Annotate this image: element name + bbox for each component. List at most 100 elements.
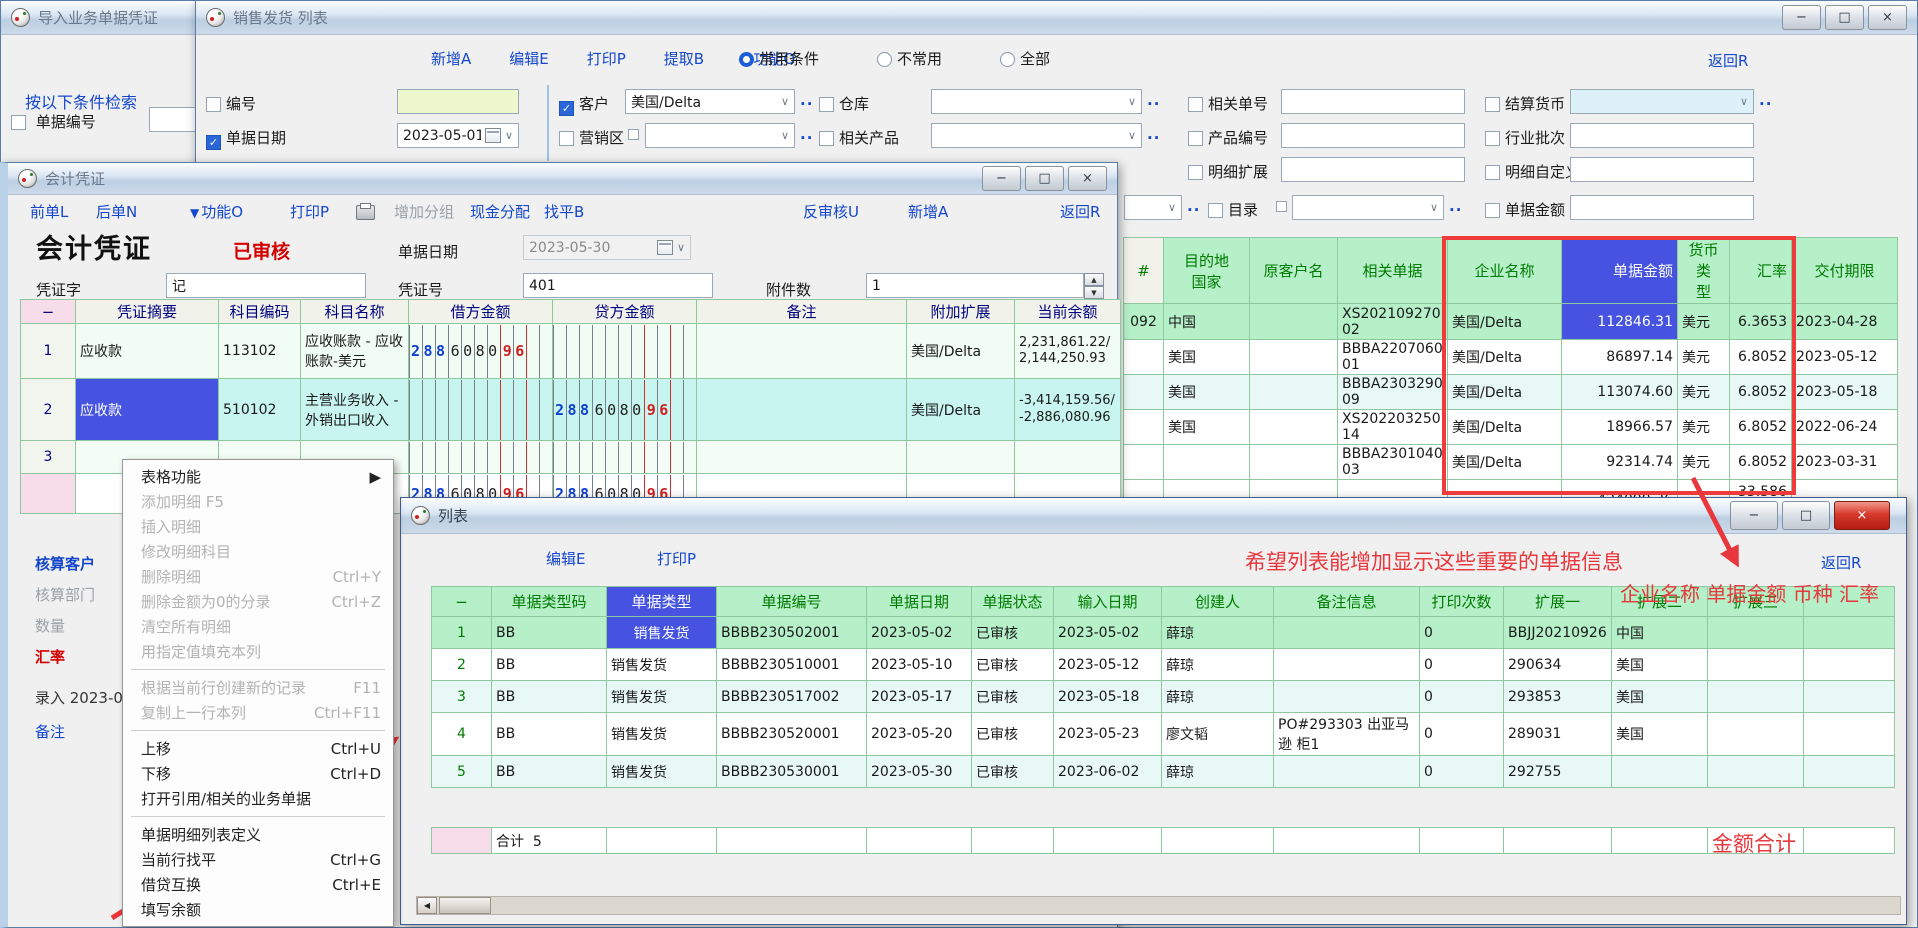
cell[interactable]: 当前余额 (1015, 300, 1121, 324)
calendar-icon[interactable] (485, 128, 501, 143)
cell[interactable]: 美国/Delta (907, 324, 1015, 379)
edit-button[interactable]: 编辑E (546, 548, 585, 569)
func-button[interactable]: ▼功能O (190, 201, 243, 222)
cell[interactable]: 2,231,861.22/2,144,250.93 (1015, 324, 1121, 379)
attach-spinner[interactable]: ▲ ▼ (1084, 273, 1104, 299)
cell[interactable] (1274, 617, 1420, 649)
cell[interactable]: 已审核 (972, 617, 1054, 649)
region-sub-checkbox[interactable] (628, 129, 639, 140)
cell[interactable]: 113074.60 (1562, 375, 1678, 410)
cell[interactable]: 6.8052 (1730, 445, 1792, 480)
cell[interactable]: 2023-06-02 (1054, 756, 1162, 788)
region-dropdown[interactable]: ∨ (645, 123, 795, 148)
cell[interactable] (697, 324, 907, 379)
cell[interactable] (1708, 756, 1804, 788)
cell[interactable] (1804, 828, 1895, 854)
menu-item[interactable]: 下移Ctrl+D (123, 761, 393, 786)
cell[interactable]: 销售发货 (607, 681, 717, 713)
credit-cell[interactable] (553, 324, 697, 379)
cell[interactable] (1250, 304, 1338, 340)
cell[interactable]: 备注信息 (1274, 587, 1420, 617)
cell[interactable]: 113102 (219, 324, 301, 379)
doc-date-input[interactable]: 2023-05-30∨ (523, 235, 691, 260)
catalog-dropdown[interactable]: ∨ (1292, 195, 1444, 220)
currency-more-button[interactable]: .. (1759, 91, 1772, 109)
cell[interactable]: 86897.14 (1562, 340, 1678, 375)
cell[interactable]: 单据类型 (607, 587, 717, 617)
cell[interactable] (1804, 617, 1895, 649)
cell[interactable]: 2023-05-23 (1054, 713, 1162, 756)
cell[interactable] (867, 828, 972, 854)
chevron-down-icon[interactable]: ∨ (505, 129, 513, 142)
region-more-button[interactable]: .. (800, 125, 813, 143)
cell[interactable]: 创建人 (1162, 587, 1274, 617)
cell[interactable]: 美国/Delta (907, 379, 1015, 441)
cell[interactable]: 美国/Delta (1448, 375, 1562, 410)
cell[interactable]: 单据状态 (972, 587, 1054, 617)
currency-dropdown[interactable]: ∨ (1570, 89, 1754, 114)
cell[interactable]: 0 (1420, 756, 1504, 788)
cell[interactable]: 1 (21, 324, 76, 379)
scrollbar-thumb[interactable] (439, 897, 491, 914)
debit-cell[interactable] (409, 441, 553, 474)
cell[interactable]: # (1124, 238, 1164, 304)
attach-count-input[interactable]: 1 (866, 273, 1084, 298)
cell[interactable]: 美元 (1678, 375, 1730, 410)
cell[interactable] (697, 379, 907, 441)
cell[interactable]: 科目编码 (219, 300, 301, 324)
add-button[interactable]: 新增A (908, 201, 948, 222)
scroll-left-icon[interactable]: ◀ (417, 897, 437, 914)
amount-checkbox[interactable] (1485, 203, 1500, 218)
cell[interactable] (432, 828, 492, 854)
voucher-word-input[interactable]: 记 (166, 273, 366, 298)
close-icon[interactable]: × (1068, 166, 1107, 191)
cell[interactable] (1274, 649, 1420, 681)
cell[interactable]: PO#293303 出亚马逊 柜1 (1274, 713, 1420, 756)
region-checkbox[interactable] (559, 131, 574, 146)
maximize-icon[interactable]: □ (1782, 501, 1830, 530)
cell[interactable] (1708, 713, 1804, 756)
cell[interactable]: 6.8052 (1730, 410, 1792, 445)
chevron-down-icon[interactable]: ∨ (781, 129, 789, 142)
cell[interactable]: XS20210927002 (1338, 304, 1448, 340)
cell[interactable] (1612, 828, 1708, 854)
cell[interactable]: 1 (432, 617, 492, 649)
titlebar-list[interactable]: 列表 − □ × (401, 498, 1906, 534)
cell[interactable]: 相关单据 (1338, 238, 1448, 304)
credit-cell[interactable]: 288608096 (553, 379, 697, 441)
cell[interactable]: 2 (21, 379, 76, 441)
detail-custom-input[interactable] (1570, 157, 1754, 182)
next-doc-button[interactable]: 后单N (96, 201, 137, 222)
rel-no-checkbox[interactable] (1188, 97, 1203, 112)
sidebar-item-note[interactable]: 备注 (35, 721, 65, 742)
cell[interactable]: 输入日期 (1054, 587, 1162, 617)
cell[interactable]: BBBB230530001 (717, 756, 867, 788)
cell[interactable]: 5 (432, 756, 492, 788)
back-button[interactable]: 返回R (1708, 50, 1748, 71)
cell[interactable]: 应收账款 - 应收账款-美元 (301, 324, 409, 379)
cell[interactable]: 单据日期 (867, 587, 972, 617)
cell[interactable]: 单据编号 (717, 587, 867, 617)
cell[interactable]: 销售发货 (607, 649, 717, 681)
cell[interactable] (1054, 828, 1162, 854)
cell[interactable]: 293853 (1504, 681, 1612, 713)
minimize-icon[interactable]: − (982, 166, 1021, 191)
cell[interactable]: BB (492, 681, 607, 713)
detail-ext-input[interactable] (1281, 157, 1465, 182)
cell[interactable]: − (21, 300, 76, 324)
chevron-down-icon[interactable]: ∨ (781, 95, 789, 108)
cell[interactable]: 6.8052 (1730, 375, 1792, 410)
catalog-sub-checkbox[interactable] (1276, 201, 1287, 212)
catalog-left-dropdown[interactable]: ∨ (1124, 195, 1182, 220)
cell[interactable] (1124, 445, 1164, 480)
cell[interactable]: 美元 (1678, 340, 1730, 375)
cell[interactable] (1250, 410, 1338, 445)
cell[interactable] (1804, 756, 1895, 788)
cell[interactable]: 薛琼 (1162, 649, 1274, 681)
cell[interactable]: 3 (21, 441, 76, 474)
cell[interactable]: 2023-05-17 (867, 681, 972, 713)
cell[interactable]: 2023-05-12 (1054, 649, 1162, 681)
print-button[interactable]: 打印P (587, 48, 626, 69)
edit-button[interactable]: 编辑E (509, 48, 548, 69)
cell[interactable]: 2022-06-24 (1792, 410, 1898, 445)
